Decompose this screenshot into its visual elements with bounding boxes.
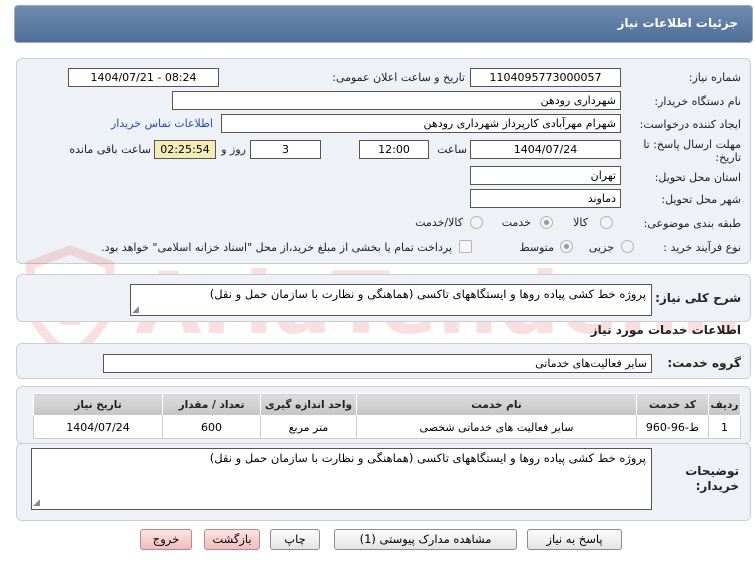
- page-title: جزئیات اطلاعات نیاز: [617, 16, 738, 30]
- col-unit: واحد اندازه گیری: [260, 393, 357, 416]
- attachments-button[interactable]: مشاهده مدارک پیوستی (1): [334, 529, 517, 550]
- treasury-payment-checkbox[interactable]: [459, 240, 472, 253]
- services-table: ردیف کد خدمت نام خدمت واحد اندازه گیری ت…: [33, 393, 741, 439]
- page-header: جزئیات اطلاعات نیاز: [14, 5, 753, 43]
- deadline-time-label: ساعت: [437, 143, 467, 156]
- city-label: شهر محل تحویل:: [661, 193, 741, 206]
- table-row: 1 ط-96-960 سایر فعالیت های خدماتی شخصی م…: [33, 415, 741, 439]
- reply-button[interactable]: پاسخ به نیاز: [527, 529, 622, 550]
- col-need-date: تاریخ نیاز: [33, 393, 163, 416]
- category-option-service: خدمت: [501, 216, 531, 229]
- exit-button[interactable]: خروج: [140, 529, 192, 550]
- province-label: استان محل تحویل:: [654, 171, 741, 184]
- service-group-field: سایر فعالیت‌های خدماتی: [103, 354, 652, 373]
- print-button[interactable]: چاپ: [270, 529, 320, 550]
- creator-field: شهرام مهرآبادی کارپرداز شهرداری رودهن: [221, 114, 621, 133]
- category-option-goods-service: کالا/خدمت: [415, 216, 463, 229]
- remaining-time-field: 02:25:54: [154, 140, 216, 159]
- col-quantity: تعداد / مقدار: [162, 393, 261, 416]
- remaining-label: ساعت باقی مانده: [69, 143, 151, 156]
- cell-service-name: سایر فعالیت های خدماتی شخصی: [356, 415, 637, 439]
- deadline-date-field: 1404/07/24: [470, 140, 621, 159]
- buyer-contact-link[interactable]: اطلاعات تماس خریدار: [111, 117, 213, 130]
- description-label: شرح کلی نیاز:: [655, 291, 741, 305]
- category-radio-service[interactable]: [540, 216, 553, 229]
- cell-service-code: ط-96-960: [636, 415, 709, 439]
- days-field: 3: [250, 140, 321, 159]
- treasury-payment-note: پرداخت تمام یا بخشی از مبلغ خرید،از محل …: [101, 241, 452, 254]
- category-option-goods: کالا: [573, 216, 588, 229]
- city-field: دماوند: [470, 189, 621, 208]
- back-button[interactable]: بازگشت: [204, 529, 260, 550]
- process-label: نوع فرآیند خرید :: [663, 241, 741, 254]
- province-field: تهران: [470, 166, 621, 185]
- cell-unit: متر مربع: [260, 415, 357, 439]
- description-text: پروژه خط کشی پیاده روها و ایستگاههای تاک…: [130, 284, 652, 316]
- col-service-name: نام خدمت: [356, 393, 637, 416]
- cell-need-date: 1404/07/24: [33, 415, 163, 439]
- col-service-code: کد خدمت: [636, 393, 709, 416]
- service-group-label: گروه خدمت:: [667, 356, 741, 370]
- buyer-label: نام دستگاه خریدار:: [654, 95, 741, 108]
- announce-label: تاریخ و ساعت اعلان عمومی:: [332, 71, 465, 84]
- buyer-notes-resize-handle[interactable]: ◢: [33, 498, 40, 565]
- buyer-notes-text: پروژه خط کشی پیاده روها و ایستگاههای تاک…: [31, 448, 652, 510]
- category-radio-goods[interactable]: [600, 216, 613, 229]
- category-label: طبقه بندی موضوعی:: [643, 217, 741, 230]
- creator-label: ایجاد کننده درخواست:: [639, 118, 741, 131]
- process-option-minor: جزیی: [588, 241, 614, 254]
- need-number-label: شماره نیاز:: [688, 71, 741, 84]
- announce-field: 1404/07/21 - 08:24: [68, 68, 219, 87]
- cell-quantity: 600: [162, 415, 261, 439]
- services-section-title: اطلاعات خدمات مورد نیاز: [590, 323, 741, 337]
- need-number-field: 1104095773000057: [470, 68, 621, 87]
- process-radio-medium[interactable]: [560, 240, 573, 253]
- cell-row-number: 1: [708, 415, 741, 439]
- deadline-time-field: 12:00: [359, 140, 429, 159]
- deadline-label: مهلت ارسال پاسخ: تا تاریخ:: [643, 138, 741, 164]
- buyer-field: شهرداری رودهن: [172, 91, 621, 110]
- services-table-header: ردیف کد خدمت نام خدمت واحد اندازه گیری ت…: [33, 393, 741, 416]
- process-radio-minor[interactable]: [621, 240, 634, 253]
- process-option-medium: متوسط: [519, 241, 554, 254]
- col-row-number: ردیف: [708, 393, 741, 416]
- buyer-notes-label: توضیحات خریدار:: [685, 464, 739, 493]
- days-label: روز و: [221, 143, 246, 156]
- category-radio-goods-service[interactable]: [470, 216, 483, 229]
